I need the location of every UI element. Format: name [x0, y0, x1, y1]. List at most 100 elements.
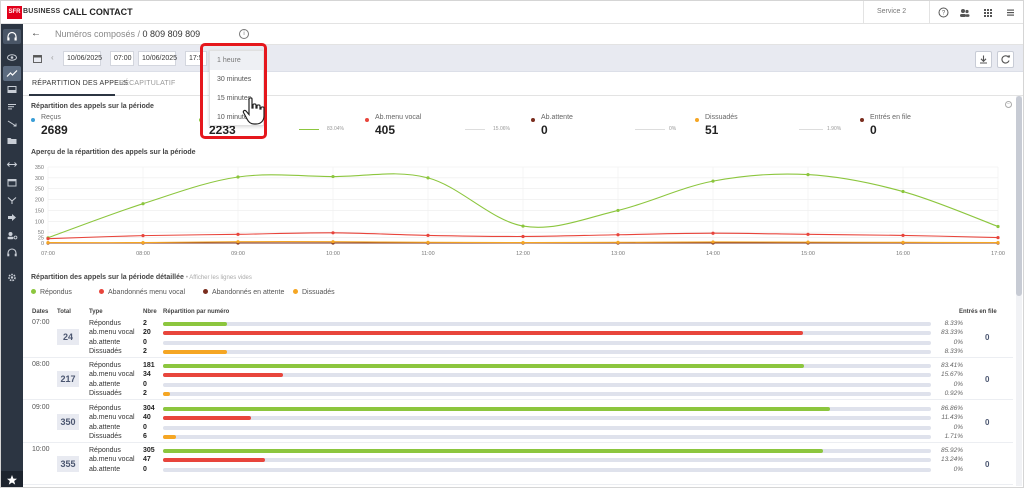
kpi-recus: Reçus 2689: [31, 114, 171, 137]
row-percent: 0%: [953, 465, 963, 473]
kpi-dot: [695, 118, 699, 122]
svg-text:?: ?: [942, 11, 946, 17]
progress-fill: [163, 391, 171, 396]
time-from-field[interactable]: 07:00: [110, 51, 134, 66]
data-point: [616, 233, 620, 237]
y-tick-label: 0: [41, 241, 44, 247]
progress-track: [163, 391, 931, 396]
row-type: ab.menu vocal: [89, 414, 135, 422]
tab-recapitulatif[interactable]: RÉCAPITULATIF: [119, 80, 176, 87]
row-count: 40: [143, 414, 151, 422]
help-icon[interactable]: ?: [937, 6, 950, 19]
branch-icon[interactable]: [3, 193, 21, 208]
headset-icon[interactable]: [3, 29, 21, 44]
breadcrumb: ← Numéros composés / 0 809 809 809 i: [23, 24, 1023, 45]
users-icon[interactable]: [958, 6, 971, 19]
back-arrow-icon[interactable]: ←: [31, 28, 41, 39]
table-row: Répondus 181 83.41%: [89, 362, 999, 371]
progress-fill: [163, 373, 284, 378]
x-tick-label: 10:00: [326, 251, 340, 257]
x-tick-label: 16:00: [896, 251, 910, 257]
top-bar: SFR BUSINESS CALL CONTACT Service 2 ?: [1, 1, 1023, 24]
progress-fill: [163, 331, 803, 336]
refresh-button[interactable]: [997, 51, 1014, 68]
row-count: 20: [143, 329, 151, 337]
active-tab-indicator: [29, 94, 115, 96]
row-type: Répondus: [89, 320, 121, 327]
eye-icon[interactable]: [3, 50, 21, 65]
star-icon[interactable]: [1, 471, 23, 487]
data-point: [521, 224, 525, 228]
data-point: [616, 208, 620, 213]
row-count: 2: [143, 320, 147, 327]
divider: [929, 1, 930, 24]
table-row: Dissuadés 6 1.71%: [89, 433, 999, 442]
kpi-label: Dissuadés: [705, 114, 738, 121]
apps-grid-icon[interactable]: [981, 6, 994, 19]
data-point: [996, 235, 1000, 240]
legend-item[interactable]: Abandonnés en attente: [203, 289, 284, 296]
table-row: ab.menu vocal 47 13.24%: [89, 456, 999, 465]
group-time: 10:00: [32, 446, 50, 453]
show-empty-rows-link[interactable]: • Afficher les lignes vides: [186, 275, 252, 281]
trend-icon[interactable]: [3, 66, 21, 81]
row-type: ab.attente: [89, 380, 121, 388]
gear-icon[interactable]: [3, 270, 21, 285]
inbox-icon[interactable]: [3, 82, 21, 97]
x-tick-label: 17:00: [991, 251, 1005, 257]
legend-item[interactable]: Abandonnés menu vocal: [99, 289, 185, 296]
progress-track: [163, 416, 931, 421]
kpi-label: Entrés en file: [870, 114, 911, 121]
y-tick-label: 100: [35, 219, 44, 225]
legend-item[interactable]: Dissuadés: [293, 289, 335, 296]
detail-title-text: Répartition des appels sur la période dé…: [31, 274, 184, 281]
info-icon[interactable]: i: [239, 29, 249, 39]
menu-icon[interactable]: [1004, 6, 1017, 19]
x-tick-label: 08:00: [136, 251, 150, 257]
row-percent: 15.67%: [940, 371, 963, 379]
arrows-icon[interactable]: [3, 157, 21, 172]
sort-icon[interactable]: [3, 99, 21, 114]
data-point: [901, 240, 905, 244]
download-button[interactable]: [975, 51, 992, 68]
tab-repartition[interactable]: RÉPARTITION DES APPELS: [32, 80, 128, 87]
date-from-field[interactable]: 10/06/2025: [63, 51, 102, 66]
date-to-field[interactable]: 10/06/2025: [138, 51, 177, 66]
progress-track: [163, 449, 931, 453]
progress-fill: [163, 416, 251, 421]
data-point: [806, 173, 810, 177]
row-percent: 0%: [953, 338, 963, 346]
x-tick-label: 09:00: [231, 251, 245, 257]
page-title: Numéros composés / 0 809 809 809: [55, 29, 200, 39]
progress-fill: [163, 434, 177, 439]
person-settings-icon[interactable]: [3, 228, 21, 243]
window-icon[interactable]: [3, 175, 21, 190]
scrollbar-thumb[interactable]: [1016, 96, 1022, 296]
x-tick-label: 11:00: [421, 251, 434, 257]
service-selector[interactable]: Service 2: [877, 8, 906, 15]
kpi-bar: [465, 129, 485, 130]
line-chart: 02550 100 150 200 250 300 350 07:00 08:00 09:00 10…: [35, 165, 1005, 257]
col-entres-en-file: Entrés en file: [959, 309, 997, 315]
progress-track: [163, 382, 931, 387]
collapse-icon[interactable]: −: [1005, 101, 1012, 108]
kpi-ab-attente: Ab.attente 0 0%: [531, 114, 676, 137]
row-percent: 8.33%: [944, 347, 963, 355]
app-title: CALL CONTACT: [63, 7, 133, 17]
row-percent: 86.86%: [940, 405, 963, 412]
kpi-dissuades: Dissuadés 51 1.90%: [695, 114, 841, 137]
group-total: 24: [57, 329, 79, 345]
kpi-label: Reçus: [41, 114, 61, 121]
data-point: [331, 174, 335, 179]
shuffle-icon[interactable]: [3, 116, 21, 131]
legend-item[interactable]: Répondus: [31, 289, 72, 296]
calendar-icon[interactable]: [33, 54, 42, 65]
chevron-left-icon[interactable]: ‹: [51, 53, 54, 62]
folder-icon[interactable]: [3, 133, 21, 148]
col-dates: Dates: [32, 309, 49, 315]
row-count: 6: [143, 432, 147, 440]
kpi-pct: 15.06%: [493, 126, 510, 132]
headphones-icon[interactable]: [3, 245, 21, 260]
forward-icon[interactable]: [3, 210, 21, 225]
group-total: 217: [57, 371, 79, 387]
